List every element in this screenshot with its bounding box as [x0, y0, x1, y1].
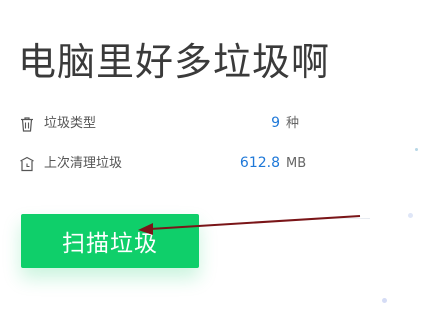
decorative-line — [300, 218, 370, 219]
trash-icon — [18, 115, 36, 133]
stat-value: 9 — [271, 115, 280, 131]
decorative-dot — [415, 148, 418, 151]
stat-label: 上次清理垃圾 — [44, 156, 123, 171]
stat-unit: 种 — [286, 116, 300, 131]
stat-value: 612.8 — [239, 155, 280, 171]
scan-junk-button[interactable]: 扫描垃圾 — [21, 214, 199, 268]
history-icon — [18, 155, 36, 173]
stat-row-last-cleaned: 上次清理垃圾 612.8 MB — [18, 152, 318, 176]
stat-label: 垃圾类型 — [44, 116, 97, 131]
decorative-dot — [382, 298, 387, 303]
junk-cleaner-panel: 电脑里好多垃圾啊 垃圾类型 9 种 上次清理垃圾 612.8 MB 扫描垃圾 — [0, 0, 433, 322]
decorative-dot — [408, 213, 413, 218]
stat-unit: MB — [286, 156, 307, 171]
page-title: 电脑里好多垃圾啊 — [18, 40, 331, 84]
stat-row-junk-types: 垃圾类型 9 种 — [18, 112, 318, 136]
